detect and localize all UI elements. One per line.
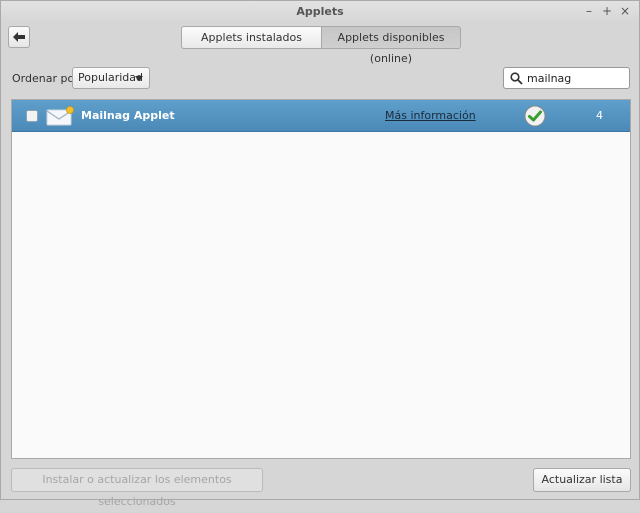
- close-button[interactable]: ×: [617, 3, 633, 19]
- minimize-button[interactable]: –: [581, 3, 597, 19]
- title-bar[interactable]: Applets – + ×: [1, 1, 639, 23]
- arrow-left-icon: [13, 32, 25, 42]
- mail-icon: [46, 106, 74, 126]
- tab-bar: Applets instalados Applets disponibles (…: [181, 26, 461, 65]
- more-info-link[interactable]: Más información: [385, 109, 476, 122]
- maximize-button[interactable]: +: [599, 3, 615, 19]
- window-controls: – + ×: [581, 3, 633, 19]
- refresh-list-button[interactable]: Actualizar lista: [533, 468, 631, 492]
- popularity-score: 4: [596, 109, 603, 122]
- search-box[interactable]: [503, 67, 630, 89]
- caret-down-icon: [135, 76, 143, 81]
- applets-window: Applets – + × Applets instalados Applets…: [0, 0, 640, 508]
- installed-check-icon: [524, 105, 546, 127]
- window-title: Applets: [296, 5, 344, 18]
- select-checkbox[interactable]: [26, 110, 38, 122]
- sort-selected-value: Popularidad: [78, 71, 144, 84]
- search-icon: [510, 72, 523, 85]
- install-update-button[interactable]: Instalar o actualizar los elementos sele…: [11, 468, 263, 508]
- tab-installed-applets[interactable]: Applets instalados: [181, 26, 322, 49]
- sort-label: Ordenar por: [12, 72, 79, 85]
- applet-name: Mailnag Applet: [81, 109, 175, 122]
- tab-available-applets[interactable]: Applets disponibles (online): [322, 26, 461, 65]
- list-item[interactable]: Mailnag Applet Más información 4: [12, 100, 630, 132]
- sort-dropdown[interactable]: Popularidad: [72, 67, 150, 89]
- search-input[interactable]: [527, 70, 625, 86]
- applet-list[interactable]: Mailnag Applet Más información 4: [11, 99, 631, 459]
- back-button[interactable]: [8, 26, 30, 48]
